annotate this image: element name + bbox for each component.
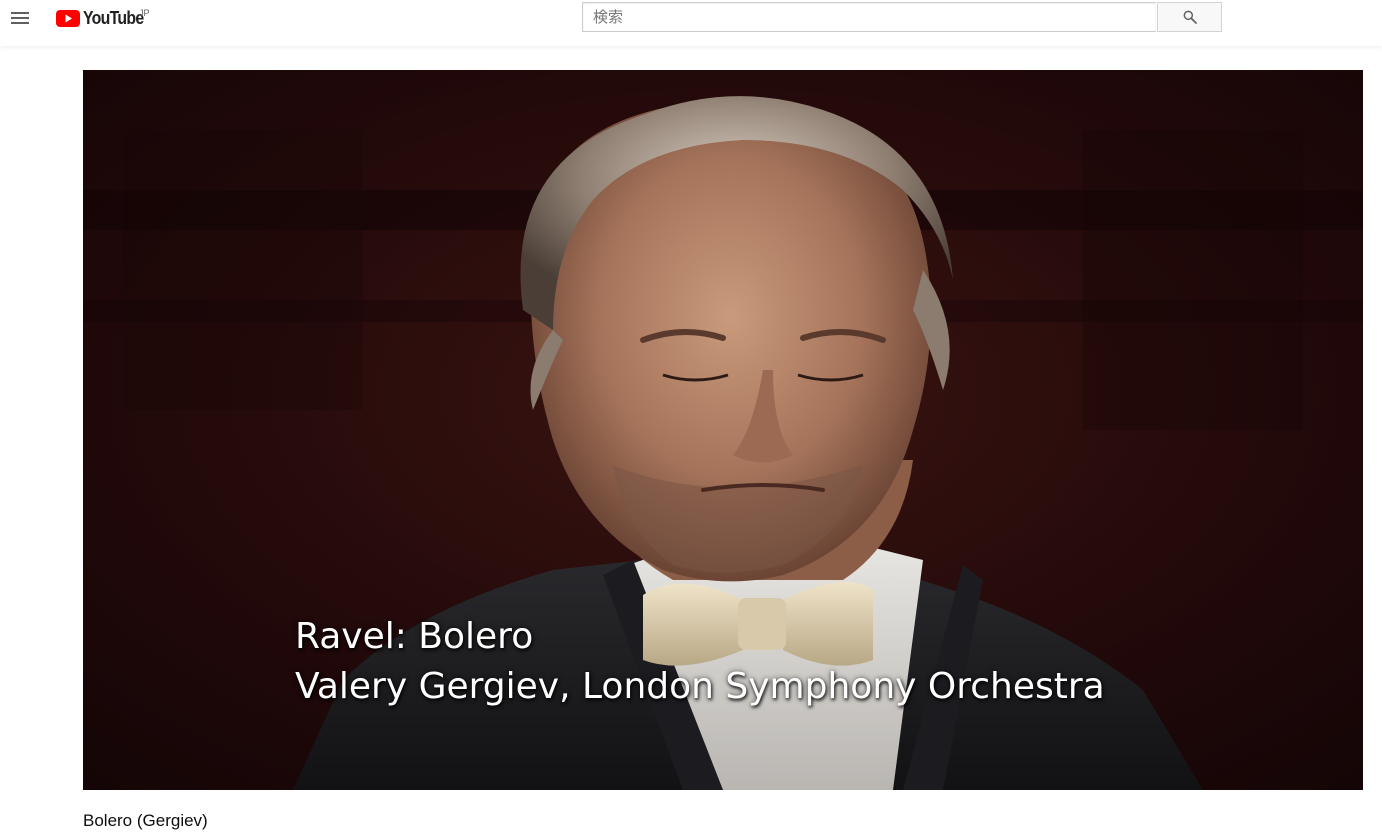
region-label: JP [139, 8, 150, 18]
masthead: YouTube JP [0, 0, 1382, 46]
hamburger-menu-icon[interactable] [6, 4, 34, 32]
youtube-play-icon [56, 9, 80, 27]
video-overlay-title: Ravel: Bolero [295, 616, 534, 657]
search-box [582, 2, 1156, 32]
search-button[interactable] [1157, 2, 1222, 32]
video-player[interactable]: Ravel: Bolero Valery Gergiev, London Sym… [83, 70, 1363, 790]
video-overlay-performers: Valery Gergiev, London Symphony Orchestr… [295, 666, 1105, 707]
video-title[interactable]: Bolero (Gergiev) [83, 811, 208, 831]
youtube-logo[interactable]: YouTube [56, 6, 152, 30]
search-input[interactable] [583, 3, 1156, 31]
search-icon [1183, 10, 1197, 24]
logo-wordmark: YouTube [83, 7, 144, 28]
